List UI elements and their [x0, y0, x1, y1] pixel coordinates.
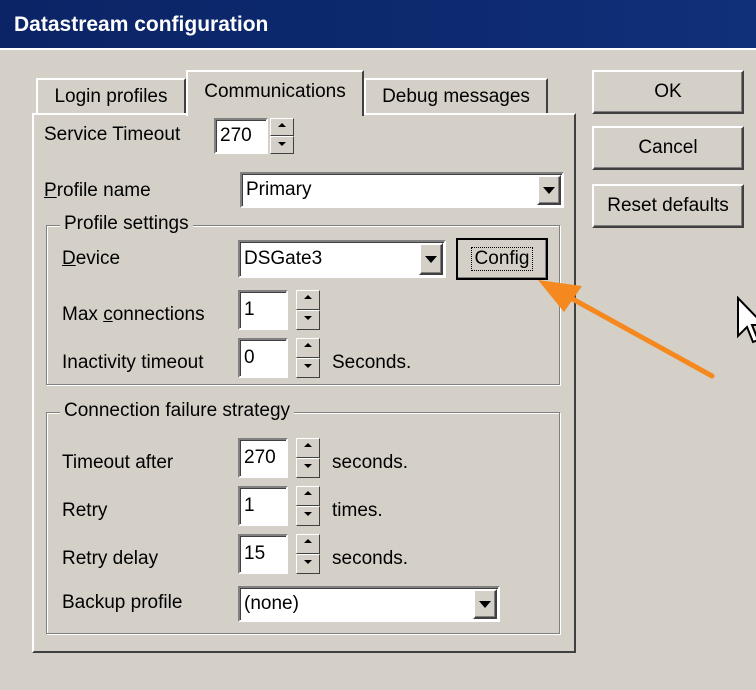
service-timeout-spinner[interactable]	[270, 118, 294, 154]
cancel-button-label: Cancel	[638, 137, 698, 158]
spin-down-button[interactable]	[296, 554, 320, 574]
spin-down-button[interactable]	[296, 358, 320, 378]
spin-up-button[interactable]	[296, 534, 320, 554]
title-bar: Datastream configuration	[0, 0, 756, 50]
timeout-after-spinner[interactable]	[296, 438, 320, 478]
window-bottom-edge	[0, 686, 756, 690]
tab-label: Communications	[204, 81, 346, 102]
chevron-down-icon[interactable]	[537, 175, 561, 205]
profile-name-select[interactable]: Primary	[240, 172, 564, 208]
tab-label: Debug messages	[382, 86, 530, 107]
device-value: DSGate3	[244, 248, 323, 269]
chevron-down-icon[interactable]	[473, 589, 497, 619]
annotation-arrow-icon	[538, 280, 715, 379]
spin-down-button[interactable]	[296, 458, 320, 478]
retry-spinner[interactable]	[296, 486, 320, 526]
chevron-down-icon[interactable]	[419, 243, 443, 275]
max-connections-spinner[interactable]	[296, 290, 320, 330]
spin-up-button[interactable]	[296, 290, 320, 310]
tab-debug-messages[interactable]: Debug messages	[364, 78, 548, 114]
window-title: Datastream configuration	[14, 13, 269, 36]
spin-down-button[interactable]	[296, 310, 320, 330]
device-select[interactable]: DSGate3	[238, 240, 446, 278]
reset-defaults-button[interactable]: Reset defaults	[592, 184, 744, 228]
spin-up-button[interactable]	[296, 338, 320, 358]
spin-up-button[interactable]	[270, 118, 294, 136]
reset-defaults-button-label: Reset defaults	[607, 195, 729, 216]
profile-name-value: Primary	[246, 179, 312, 200]
ok-button[interactable]: OK	[592, 70, 744, 114]
backup-profile-value: (none)	[244, 593, 299, 614]
spin-down-button[interactable]	[270, 136, 294, 154]
retry-delay-spinner[interactable]	[296, 534, 320, 574]
tab-login-profiles[interactable]: Login profiles	[36, 78, 186, 114]
inactivity-timeout-spinner[interactable]	[296, 338, 320, 378]
backup-profile-select[interactable]: (none)	[238, 586, 500, 622]
mouse-cursor-icon	[737, 296, 756, 344]
spin-down-button[interactable]	[296, 506, 320, 526]
ok-button-label: OK	[654, 81, 682, 102]
spin-up-button[interactable]	[296, 486, 320, 506]
config-button-label: Config	[470, 247, 534, 271]
tab-label: Login profiles	[54, 86, 168, 107]
tab-communications[interactable]: Communications	[186, 70, 364, 116]
spin-up-button[interactable]	[296, 438, 320, 458]
cancel-button[interactable]: Cancel	[592, 126, 744, 170]
